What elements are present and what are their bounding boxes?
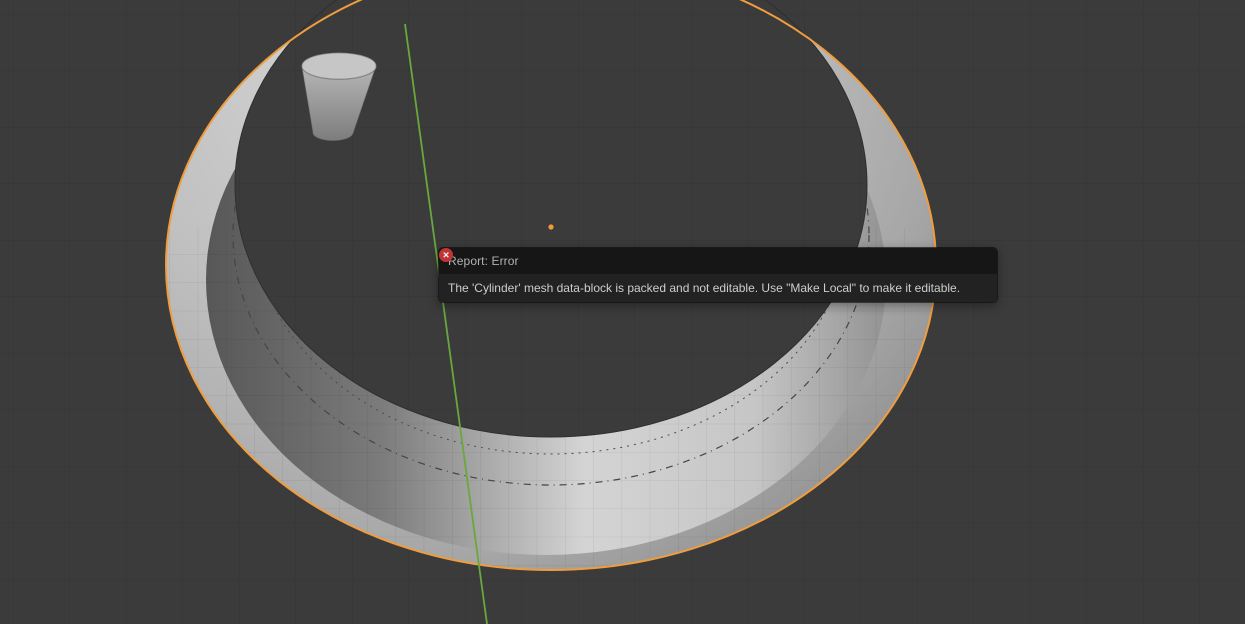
report-popup[interactable]: Report: Error ✕ The 'Cylinder' mesh data…: [438, 247, 998, 303]
error-circle-x-icon: ✕: [439, 248, 453, 262]
report-popup-message: The 'Cylinder' mesh data-block is packed…: [448, 281, 961, 295]
report-popup-title: Report: Error: [448, 254, 519, 268]
object-origin-dot[interactable]: [548, 224, 554, 230]
cylinder-top-face: [301, 52, 377, 80]
report-popup-header: Report: Error: [439, 248, 997, 274]
viewport-canvas: [0, 0, 1245, 624]
report-popup-body: ✕ The 'Cylinder' mesh data-block is pack…: [439, 248, 997, 302]
svg-text:✕: ✕: [442, 250, 449, 260]
3d-viewport[interactable]: Report: Error ✕ The 'Cylinder' mesh data…: [0, 0, 1245, 624]
